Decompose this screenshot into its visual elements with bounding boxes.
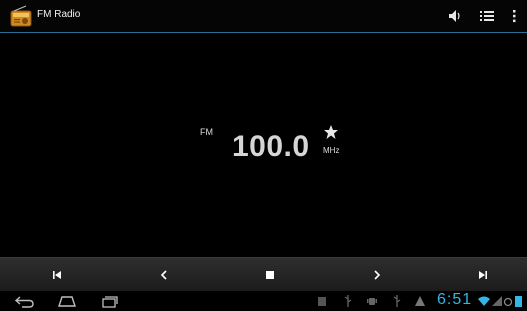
status-clock: 6:51 <box>437 291 473 308</box>
overflow-menu-icon[interactable] <box>509 8 519 24</box>
signal-icon <box>492 296 502 306</box>
no-signal-icon <box>503 297 513 307</box>
home-icon[interactable] <box>56 294 78 308</box>
radio-icon[interactable] <box>10 5 32 27</box>
app-title: FM Radio <box>37 9 81 20</box>
star-icon[interactable] <box>323 124 339 140</box>
sd-card-icon <box>318 297 326 306</box>
stop-icon[interactable] <box>263 268 277 282</box>
frequency-unit: MHz <box>323 146 340 155</box>
action-bar: FM Radio <box>0 0 527 33</box>
usb-icon <box>344 295 352 307</box>
band-label: FM <box>200 127 213 137</box>
android-debug-icon <box>367 298 377 305</box>
usb-icon <box>393 295 401 307</box>
chevron-right-icon[interactable] <box>370 268 384 282</box>
battery-icon <box>515 296 522 307</box>
recents-icon[interactable] <box>98 294 120 308</box>
skip-previous-icon[interactable] <box>50 268 64 282</box>
playback-controls <box>0 257 527 292</box>
system-bar: 6:51 <box>0 291 527 311</box>
frequency-display: 100.0 <box>232 130 310 163</box>
chevron-left-icon[interactable] <box>157 268 171 282</box>
skip-next-icon[interactable] <box>476 268 490 282</box>
tuner-display: FM 100.0 MHz <box>0 33 527 256</box>
back-icon[interactable] <box>14 294 36 308</box>
list-icon[interactable] <box>478 8 496 24</box>
warning-icon <box>415 296 425 306</box>
speaker-icon[interactable] <box>445 8 463 24</box>
wifi-icon <box>478 296 490 306</box>
